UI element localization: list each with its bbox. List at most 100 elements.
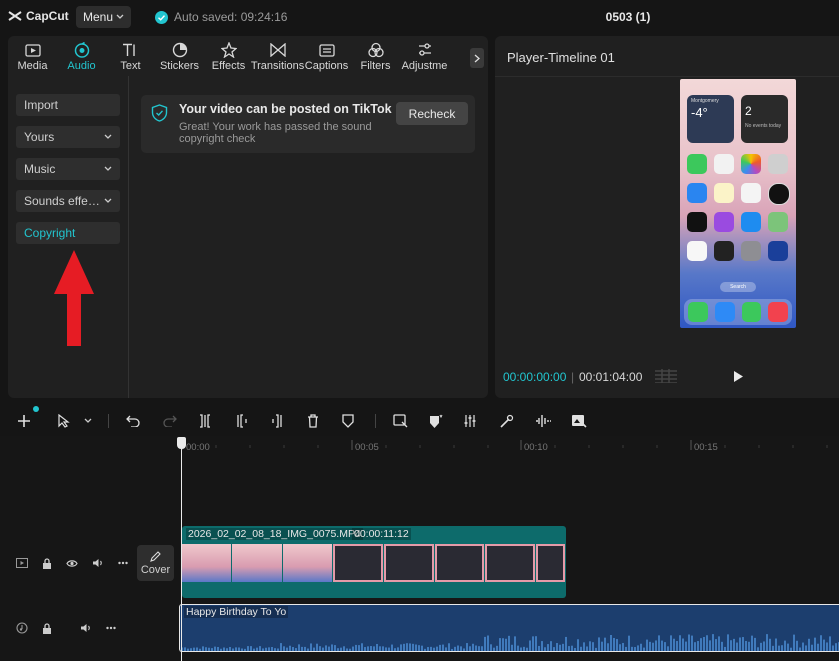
adjust-button[interactable] <box>462 413 478 429</box>
audio-clip-name: Happy Birthday To Yo <box>184 606 289 618</box>
calendar-day: 2 <box>745 104 752 118</box>
tab-label: Adjustme <box>401 60 448 72</box>
weather-city: Montgomery <box>691 98 719 104</box>
tab-transitions[interactable]: Transitions <box>250 36 305 76</box>
phone-search-pill: Search <box>720 282 756 292</box>
speaker-icon[interactable] <box>80 623 92 633</box>
cursor-icon <box>58 414 70 428</box>
tab-label: Media <box>17 60 48 72</box>
sidebar-item-music[interactable]: Music <box>16 158 120 180</box>
calendar-app-icon <box>714 154 734 174</box>
sidebar-item-label: Music <box>24 162 56 176</box>
auto-effect-button[interactable] <box>427 413 443 429</box>
tab-effects[interactable]: Effects <box>204 36 253 76</box>
waveform-icon <box>536 415 551 427</box>
tab-text[interactable]: Text <box>106 36 155 76</box>
freeze-icon <box>392 414 407 428</box>
split-left-button[interactable] <box>234 413 250 429</box>
app-row <box>687 212 788 232</box>
redo-button[interactable] <box>162 413 178 429</box>
select-tool-button[interactable] <box>56 413 72 429</box>
cover-button[interactable]: Cover <box>137 545 174 581</box>
sidebar-item-sound-effects[interactable]: Sounds effe… <box>16 190 120 212</box>
eye-icon[interactable] <box>66 559 78 568</box>
audio-waveform <box>181 634 839 651</box>
tab-captions[interactable]: Captions <box>302 36 351 76</box>
adjustment-icon <box>416 42 434 58</box>
more-icon[interactable] <box>118 561 128 565</box>
video-clip[interactable]: 2026_02_02_08_18_IMG_0075.MP4 00:00:11:1… <box>182 526 566 598</box>
plus-icon <box>18 415 30 427</box>
tab-label: Audio <box>67 60 96 72</box>
sidebar-item-import[interactable]: Import <box>16 94 120 116</box>
app-row <box>687 154 788 174</box>
wallet-app-icon <box>714 241 734 261</box>
audio-track-icon <box>16 622 28 634</box>
tab-label: Captions <box>304 60 349 72</box>
tab-stickers[interactable]: Stickers <box>155 36 204 76</box>
tab-label: Transitions <box>250 60 305 72</box>
menu-button[interactable]: Menu <box>76 6 131 28</box>
settings-app-icon <box>741 241 761 261</box>
add-track-button[interactable] <box>16 413 32 429</box>
video-thumbnail <box>485 544 535 582</box>
split-button[interactable] <box>197 413 213 429</box>
remove-background-button[interactable] <box>498 413 514 429</box>
tab-media[interactable]: Media <box>8 36 57 76</box>
phone-app-icon <box>688 302 708 322</box>
time-ruler[interactable] <box>180 436 839 456</box>
delete-button[interactable] <box>305 413 321 429</box>
mail-app-icon <box>687 183 707 203</box>
sidebar-item-yours[interactable]: Yours <box>16 126 120 148</box>
sidebar-item-label: Import <box>24 98 59 112</box>
video-thumbnail <box>333 544 383 582</box>
freeze-frame-button[interactable] <box>392 413 408 429</box>
sidebar-item-copyright[interactable]: Copyright <box>16 222 120 244</box>
media-panel: Media Audio Text Stickers Effects Transi… <box>8 36 488 398</box>
image-edit-icon <box>572 414 587 428</box>
sliders-icon <box>464 415 476 427</box>
pencil-icon <box>150 550 161 562</box>
tab-filters[interactable]: Filters <box>351 36 400 76</box>
playhead[interactable] <box>181 438 182 661</box>
caption-template-button[interactable] <box>571 413 587 429</box>
notice-description: Great! Your work has passed the sound co… <box>179 121 372 145</box>
player-title: Player-Timeline 01 <box>507 50 615 65</box>
toolbar-divider <box>375 414 376 428</box>
player-panel: Player-Timeline 01 Montgomery -4° 2 No e… <box>495 36 839 398</box>
project-title: 0503 (1) <box>605 10 651 24</box>
split-icon <box>200 414 210 428</box>
playhead-handle[interactable] <box>177 437 186 449</box>
tab-audio[interactable]: Audio <box>57 36 106 76</box>
health-app-icon <box>687 241 707 261</box>
ruler-label: 00:05 <box>355 442 379 453</box>
split-right-icon <box>272 414 282 428</box>
chevron-down-icon <box>104 198 112 203</box>
audio-clip[interactable]: Happy Birthday To Yo <box>179 604 839 652</box>
recheck-button[interactable]: Recheck <box>396 102 468 125</box>
red-arrow-annotation <box>54 250 94 346</box>
play-icon[interactable] <box>733 370 744 383</box>
video-thumbnail <box>384 544 434 582</box>
select-tool-dropdown[interactable] <box>80 413 96 429</box>
music-app-icon <box>768 302 788 322</box>
undo-button[interactable] <box>125 413 141 429</box>
safari-app-icon <box>714 302 735 322</box>
lock-icon[interactable] <box>42 622 52 634</box>
split-right-button[interactable] <box>269 413 285 429</box>
video-preview[interactable]: Montgomery -4° 2 No events today Search <box>680 79 796 328</box>
trash-icon <box>308 414 318 428</box>
mark-button[interactable] <box>340 413 356 429</box>
speaker-icon[interactable] <box>92 558 104 568</box>
more-icon[interactable] <box>106 626 116 630</box>
tabs-scroll-right-button[interactable] <box>470 48 484 68</box>
facetime-app-icon <box>687 154 707 174</box>
sidebar-item-label: Yours <box>24 130 55 144</box>
tab-adjustment[interactable]: Adjustme <box>400 36 449 76</box>
timeline-layout-icon[interactable] <box>655 369 677 383</box>
video-track-header <box>0 541 132 585</box>
audio-waveform-button[interactable] <box>535 413 551 429</box>
magic-wand-icon <box>499 414 513 428</box>
video-thumbnail <box>434 544 485 582</box>
lock-icon[interactable] <box>42 557 52 569</box>
